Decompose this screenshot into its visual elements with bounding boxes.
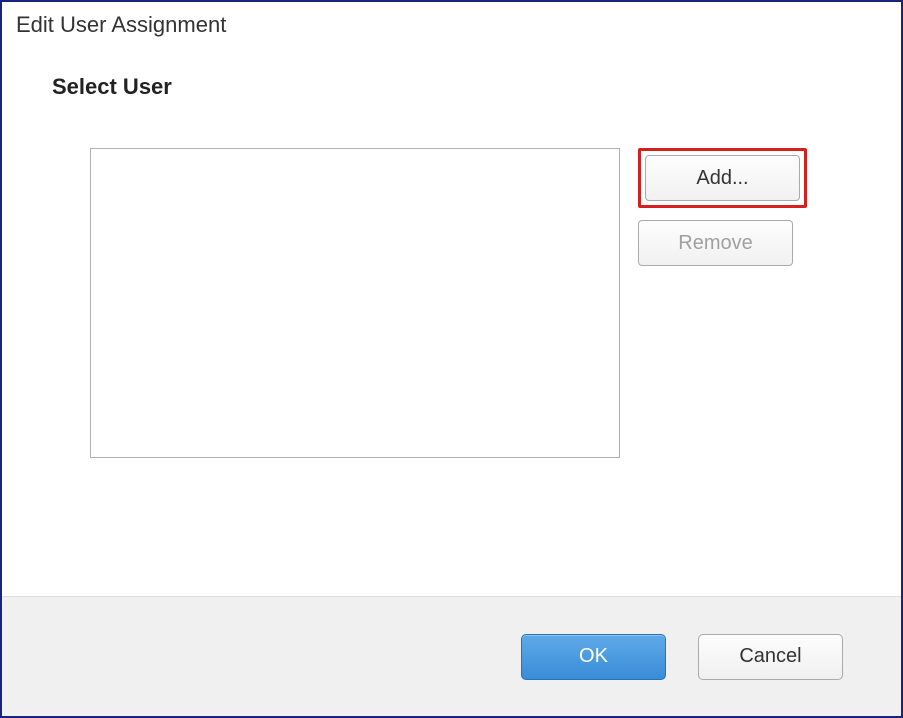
content-area: Select User Add... Remove xyxy=(2,46,901,596)
edit-user-assignment-dialog: Edit User Assignment Select User Add... … xyxy=(0,0,903,718)
cancel-button[interactable]: Cancel xyxy=(698,634,843,680)
add-button-highlight: Add... xyxy=(638,148,807,208)
ok-button[interactable]: OK xyxy=(521,634,666,680)
user-listbox[interactable] xyxy=(90,148,620,458)
side-buttons: Add... Remove xyxy=(638,148,807,458)
dialog-footer: OK Cancel xyxy=(2,596,901,716)
dialog-title: Edit User Assignment xyxy=(2,2,901,46)
select-user-heading: Select User xyxy=(52,74,851,100)
add-button[interactable]: Add... xyxy=(645,155,800,201)
main-row: Add... Remove xyxy=(52,148,851,458)
remove-button[interactable]: Remove xyxy=(638,220,793,266)
